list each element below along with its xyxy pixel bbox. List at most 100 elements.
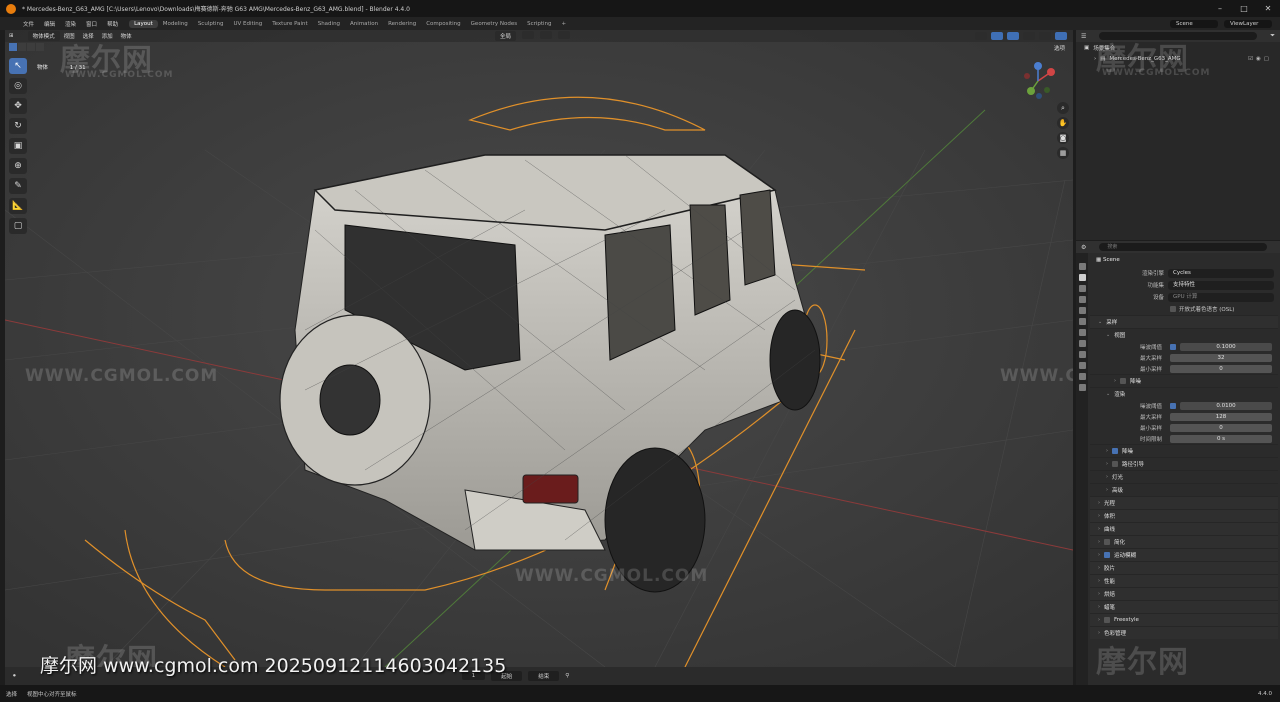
r-min-field[interactable]: 0	[1170, 423, 1272, 432]
select-box-tool-icon[interactable]: ↖	[9, 58, 27, 74]
tab-compositing[interactable]: Compositing	[421, 20, 465, 28]
transform-orientation[interactable]: 全局	[495, 31, 517, 41]
move-tool-icon[interactable]: ✥	[9, 98, 27, 114]
render-engine-select[interactable]: Cycles	[1168, 268, 1274, 278]
path-guiding-checkbox[interactable]	[1112, 461, 1118, 467]
shading-material-icon[interactable]	[1055, 32, 1067, 40]
section-viewport[interactable]: ⌄ 视图	[1090, 328, 1278, 341]
measure-tool-icon[interactable]: 📐	[9, 198, 27, 214]
r-noise-field[interactable]: 0.0100	[1180, 401, 1272, 410]
filter-icon[interactable]: ⏷	[1270, 32, 1275, 40]
select-extend-icon[interactable]	[18, 43, 26, 51]
world-tab-icon[interactable]	[1078, 318, 1086, 325]
output-tab-icon[interactable]	[1078, 285, 1086, 292]
feature-set-select[interactable]: 支持特性	[1168, 280, 1274, 290]
r-noise-checkbox[interactable]	[1170, 402, 1176, 409]
menu-render[interactable]: 渲染	[60, 20, 81, 28]
tab-sculpting[interactable]: Sculpting	[193, 20, 229, 28]
view-layer-selector[interactable]: ViewLayer	[1224, 19, 1272, 28]
visibility-toggle-icons[interactable]: ☑◉▢	[1248, 56, 1272, 62]
annotate-tool-icon[interactable]: ✎	[9, 178, 27, 194]
data-tab-icon[interactable]	[1078, 384, 1086, 391]
object-tab-icon[interactable]	[1078, 329, 1086, 336]
transform-tool-icon[interactable]: ⊕	[9, 158, 27, 174]
section-render[interactable]: ⌄ 渲染	[1090, 387, 1278, 400]
select-subtract-icon[interactable]	[27, 43, 35, 51]
particles-tab-icon[interactable]	[1078, 351, 1086, 358]
proportional-edit-icon[interactable]	[558, 31, 571, 39]
section-light-paths[interactable]: › 光程	[1090, 496, 1278, 509]
xray-icon[interactable]	[1023, 32, 1035, 40]
menu-file[interactable]: 文件	[18, 20, 39, 28]
section-sampling[interactable]: ⌄ 采样	[1090, 315, 1278, 328]
tab-rendering[interactable]: Rendering	[383, 20, 421, 28]
tab-texture-paint[interactable]: Texture Paint	[267, 20, 313, 28]
playback-icon[interactable]: ⏺	[13, 673, 16, 680]
tab-layout[interactable]: Layout	[129, 19, 158, 28]
motion-blur-checkbox[interactable]	[1104, 552, 1110, 558]
device-select[interactable]: GPU 计算	[1168, 292, 1274, 302]
view-layer-tab-icon[interactable]	[1078, 296, 1086, 303]
tool-tab-icon[interactable]	[1078, 263, 1086, 270]
editor-type-icon[interactable]: ⊞	[5, 33, 18, 39]
vp-noise-field[interactable]: 0.1000	[1180, 342, 1272, 351]
snap-icon[interactable]	[540, 31, 553, 39]
rotate-tool-icon[interactable]: ↻	[9, 118, 27, 134]
close-button[interactable]: ✕	[1256, 4, 1280, 13]
properties-editor-icon[interactable]: ⚙	[1081, 244, 1086, 251]
r-max-field[interactable]: 128	[1170, 412, 1272, 421]
perspective-toggle-icon[interactable]: ▦	[1057, 147, 1069, 159]
simplify-checkbox[interactable]	[1104, 539, 1110, 545]
denoise-checkbox[interactable]	[1112, 448, 1118, 454]
visibility-icon[interactable]	[975, 32, 987, 40]
3d-viewport[interactable]: ⊞ 物体模式 视图 选择 添加 物体 全局 选项 物体 1 / 31 ↖ ◎ ✥…	[5, 30, 1073, 667]
blender-logo-icon[interactable]	[6, 3, 16, 14]
vp-max-field[interactable]: 32	[1170, 353, 1272, 362]
add-workspace-button[interactable]: +	[557, 20, 572, 28]
section-grease-pencil[interactable]: › 蜡笔	[1090, 600, 1278, 613]
tab-modeling[interactable]: Modeling	[158, 20, 193, 28]
modifier-tab-icon[interactable]	[1078, 340, 1086, 347]
scene-selector[interactable]: Scene	[1170, 19, 1218, 28]
select-invert-icon[interactable]	[36, 43, 44, 51]
options-dropdown[interactable]: 选项	[1054, 44, 1065, 52]
scale-tool-icon[interactable]: ▣	[9, 138, 27, 154]
render-tab-icon[interactable]	[1078, 274, 1086, 281]
section-denoise[interactable]: › 降噪	[1090, 444, 1278, 457]
section-volumes[interactable]: › 体积	[1090, 509, 1278, 522]
section-bake[interactable]: › 烘焙	[1090, 587, 1278, 600]
pivot-icon[interactable]	[522, 31, 535, 39]
end-frame-label[interactable]: 结束	[528, 671, 560, 681]
outliner-editor-icon[interactable]: ☰	[1081, 33, 1086, 40]
section-film[interactable]: › 胶片	[1090, 561, 1278, 574]
section-freestyle[interactable]: › Freestyle	[1090, 613, 1278, 626]
constraints-tab-icon[interactable]	[1078, 373, 1086, 380]
menu-help[interactable]: 帮助	[102, 20, 123, 28]
add-cube-tool-icon[interactable]: ▢	[9, 218, 27, 234]
tab-animation[interactable]: Animation	[345, 20, 383, 28]
section-advanced[interactable]: › 高级	[1090, 483, 1278, 496]
section-viewport-denoise[interactable]: › 降噪	[1090, 374, 1278, 387]
section-performance[interactable]: › 性能	[1090, 574, 1278, 587]
vp-min-field[interactable]: 0	[1170, 364, 1272, 373]
tab-uv-editing[interactable]: UV Editing	[229, 20, 268, 28]
maximize-button[interactable]: □	[1232, 4, 1256, 13]
section-curves[interactable]: › 曲线	[1090, 522, 1278, 535]
minimize-button[interactable]: –	[1208, 4, 1232, 13]
navigation-gizmo[interactable]	[1017, 60, 1059, 102]
section-simplify[interactable]: › 简化	[1090, 535, 1278, 548]
section-motion-blur[interactable]: › 运动模糊	[1090, 548, 1278, 561]
shading-solid-icon[interactable]	[1039, 32, 1051, 40]
scene-tab-icon[interactable]	[1078, 307, 1086, 314]
vp-denoise-checkbox[interactable]	[1120, 378, 1126, 384]
pan-hand-icon[interactable]: ✋	[1057, 117, 1069, 129]
properties-search-input[interactable]: 搜索	[1099, 243, 1267, 251]
vp-noise-checkbox[interactable]	[1170, 343, 1176, 350]
section-lights[interactable]: › 灯光	[1090, 470, 1278, 483]
gizmo-toggle-icon[interactable]	[991, 32, 1003, 40]
tab-shading[interactable]: Shading	[313, 20, 345, 28]
time-limit-field[interactable]: 0 s	[1170, 434, 1272, 443]
freestyle-checkbox[interactable]	[1104, 617, 1110, 623]
overlay-toggle-icon[interactable]	[1007, 32, 1019, 40]
camera-view-icon[interactable]: ◙	[1057, 132, 1069, 144]
